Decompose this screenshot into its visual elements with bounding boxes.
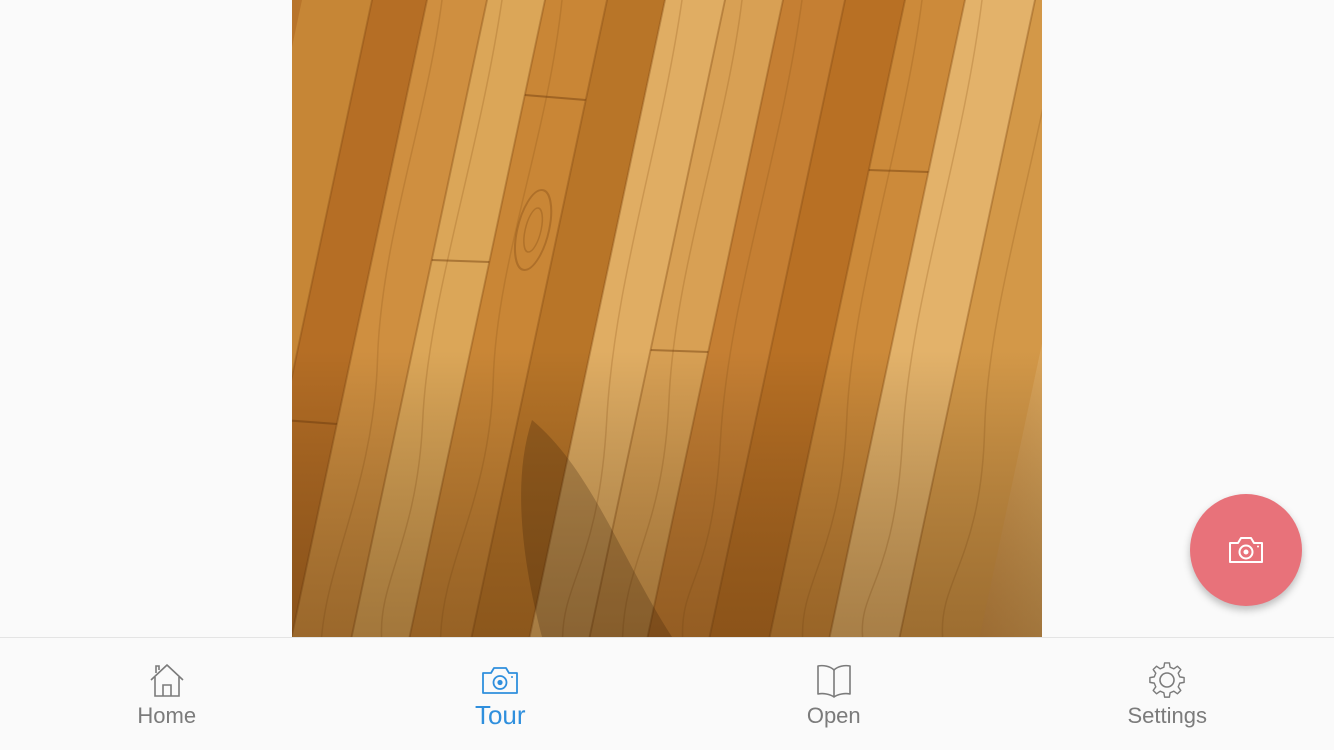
tab-settings-label: Settings <box>1127 703 1208 728</box>
gear-icon <box>1147 660 1187 700</box>
book-icon <box>814 660 854 700</box>
tab-open[interactable]: Open <box>667 638 1001 750</box>
tab-tour[interactable]: Tour <box>334 638 668 750</box>
tab-home-label: Home <box>137 703 197 728</box>
app-screen: Home Tour Open Settings <box>0 0 1334 750</box>
tab-home[interactable]: Home <box>0 638 334 750</box>
tab-bar: Home Tour Open Settings <box>0 637 1334 750</box>
camera-icon <box>1229 537 1263 563</box>
tab-settings[interactable]: Settings <box>1001 638 1334 750</box>
tab-tour-label: Tour <box>474 700 526 730</box>
camera-capture-button[interactable] <box>1190 494 1302 606</box>
tab-open-label: Open <box>806 703 861 728</box>
wood-floor-photo <box>292 0 1042 637</box>
camera-icon <box>480 660 520 700</box>
home-icon <box>147 660 187 700</box>
